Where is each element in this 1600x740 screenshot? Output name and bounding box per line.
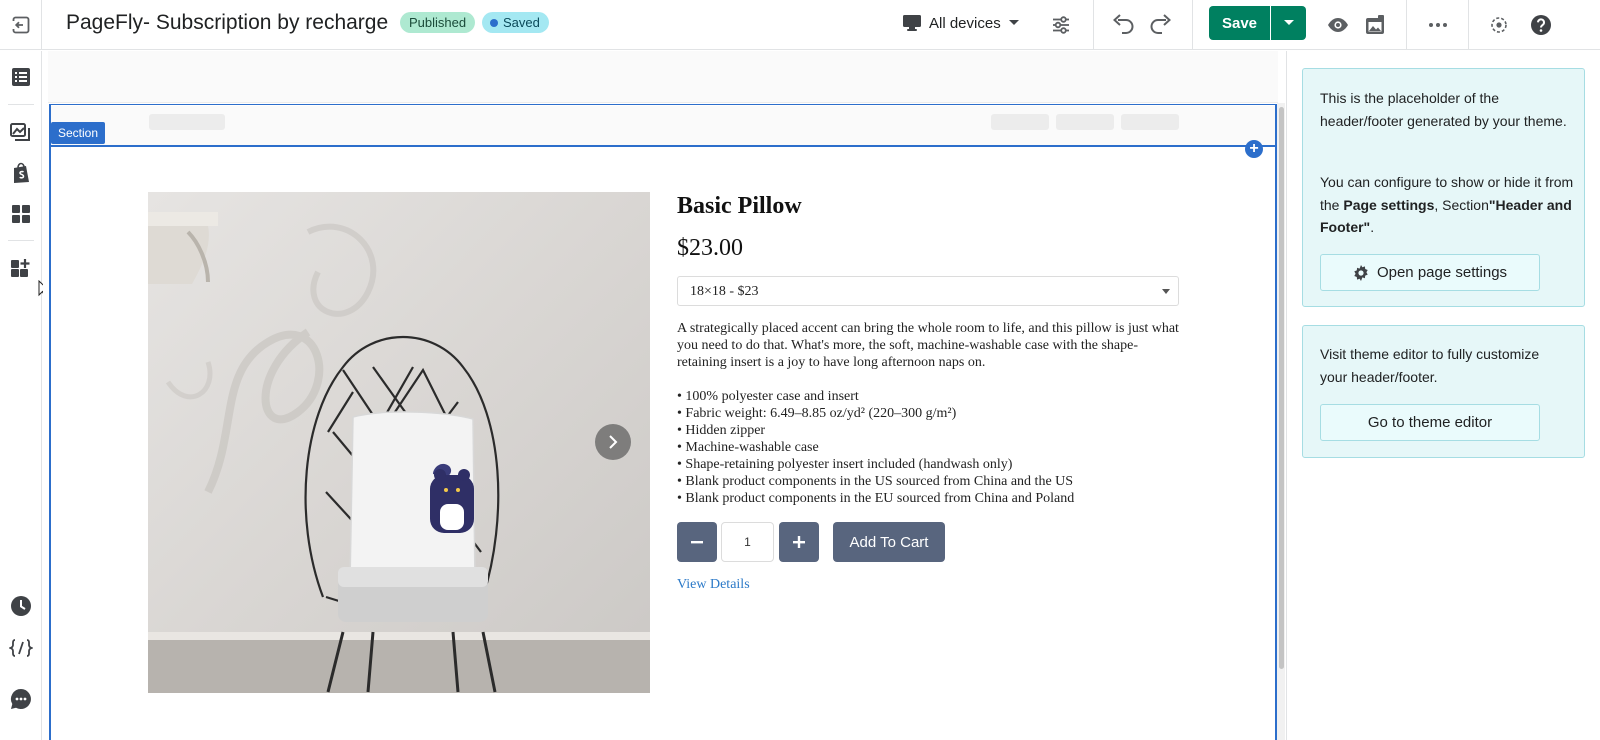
page-outline-button[interactable] [0, 59, 42, 95]
undo-button[interactable] [1109, 0, 1137, 50]
feature-item: • 100% polyester case and insert [677, 389, 859, 404]
quantity-decrease-button[interactable] [677, 522, 717, 562]
product-photo [148, 192, 650, 693]
device-selector-label: All devices [929, 14, 1001, 32]
divider [8, 240, 34, 241]
screenshot-icon [1366, 15, 1384, 34]
chevron-right-icon [609, 435, 618, 449]
redo-icon [1150, 14, 1171, 34]
media-gallery-button[interactable] [0, 114, 42, 150]
add-block-icon [11, 259, 30, 277]
caret-down-icon [1162, 289, 1170, 294]
info-text-part: , Section [1434, 196, 1489, 213]
add-elements-button[interactable] [0, 250, 42, 286]
right-panel: This is the placeholder of the header/fo… [1286, 51, 1600, 740]
divider [1468, 0, 1469, 50]
feature-item: • Fabric weight: 6.49–8.85 oz/yd² (220–3… [677, 406, 957, 421]
chat-icon [10, 688, 31, 709]
target-button[interactable] [1488, 0, 1510, 50]
image-next-button[interactable] [595, 424, 631, 460]
feature-item: • Hidden zipper [677, 423, 766, 438]
product-image[interactable] [148, 192, 650, 693]
add-to-cart-button[interactable]: Add To Cart [833, 522, 945, 562]
saved-badge-label: Saved [503, 15, 540, 30]
caret-down-icon [1283, 20, 1294, 25]
section-label-tag[interactable]: Section [51, 122, 106, 144]
undo-icon [1113, 14, 1134, 34]
divider [1192, 0, 1193, 50]
left-toolbar [0, 51, 50, 740]
device-selector[interactable]: All devices [902, 10, 1020, 36]
published-badge: Published [400, 12, 476, 33]
back-button[interactable] [0, 0, 42, 50]
page-title: PageFly- Subscription by recharge [66, 11, 389, 34]
info-text: Visit theme editor to fully customize yo… [1320, 346, 1540, 385]
info-text: You can configure to show or hide it fro… [1320, 171, 1575, 239]
feature-item: • Shape-retaining polyester insert inclu… [677, 457, 1013, 472]
open-page-settings-button[interactable]: Open page settings [1320, 254, 1540, 291]
section-top-border [51, 145, 1277, 147]
product-description: A strategically placed accent can bring … [677, 321, 1179, 370]
live-chat-button[interactable] [0, 681, 42, 717]
view-details-link[interactable]: View Details [677, 577, 750, 593]
settings-button[interactable] [1048, 0, 1074, 50]
product-feature-list: • 100% polyester case and insert • Fabri… [677, 388, 1179, 507]
history-button[interactable] [0, 588, 42, 624]
target-icon [1491, 17, 1507, 33]
divider [1093, 0, 1094, 50]
gallery-icon [10, 123, 30, 141]
save-options-button[interactable] [1271, 6, 1306, 40]
help-button[interactable] [1529, 0, 1553, 50]
help-icon [1531, 15, 1551, 35]
add-section-button[interactable]: + [1245, 140, 1263, 158]
grid-icon [12, 205, 30, 223]
sections-button[interactable] [0, 196, 42, 232]
save-button[interactable]: Save [1209, 6, 1270, 40]
history-clock-icon [11, 596, 31, 616]
feature-item: • Machine-washable case [677, 440, 819, 455]
ellipsis-icon [1429, 23, 1447, 27]
publish-preview-button[interactable] [1364, 0, 1386, 50]
divider [8, 104, 34, 105]
save-button-group: Save [1209, 6, 1306, 40]
sliders-icon [1053, 16, 1069, 34]
info-text-part: . [1370, 219, 1375, 235]
preview-button[interactable] [1326, 0, 1350, 50]
more-actions-button[interactable] [1426, 0, 1450, 50]
custom-code-button[interactable] [0, 630, 42, 666]
canvas-scrollbar-thumb[interactable] [1279, 107, 1284, 669]
divider [1406, 0, 1407, 50]
desktop-icon [903, 15, 921, 31]
product-price: $23.00 [677, 235, 743, 261]
shopify-elements-button[interactable] [0, 155, 42, 191]
caret-down-icon [1008, 20, 1019, 25]
exit-icon [11, 16, 29, 34]
top-bar: PageFly- Subscription by recharge Publis… [0, 0, 1600, 50]
feature-item: • Blank product components in the US sou… [677, 474, 1074, 489]
saved-dot-icon [490, 19, 498, 27]
go-to-theme-editor-button[interactable]: Go to theme editor [1320, 404, 1540, 441]
eye-icon [1328, 18, 1348, 32]
editor-canvas: Section + Basic Pillow $23.00 18×18 - $2… [43, 51, 1285, 740]
info-text: This is the placeholder of the header/fo… [1320, 90, 1567, 129]
plus-icon [793, 536, 805, 548]
theme-header-placeholder [48, 51, 1278, 103]
saved-badge: Saved [482, 12, 549, 33]
quantity-increase-button[interactable] [779, 522, 819, 562]
variant-select-value: 18×18 - $23 [690, 284, 759, 299]
feature-item: • Blank product components in the EU sou… [677, 491, 1075, 506]
quantity-input[interactable]: 1 [721, 522, 774, 562]
redo-button[interactable] [1147, 0, 1175, 50]
page-settings-emphasis: Page settings [1343, 196, 1435, 213]
gear-icon [1354, 264, 1368, 281]
code-icon [9, 639, 33, 657]
shopify-bag-icon [14, 162, 29, 183]
product-title: Basic Pillow [677, 193, 802, 219]
list-icon [12, 68, 30, 86]
theme-editor-info-card: Visit theme editor to fully customize yo… [1302, 325, 1585, 458]
header-footer-info-card: This is the placeholder of the header/fo… [1302, 68, 1585, 307]
minus-icon [691, 541, 703, 544]
open-page-settings-label: Open page settings [1376, 264, 1508, 281]
variant-select[interactable]: 18×18 - $23 [677, 276, 1179, 306]
